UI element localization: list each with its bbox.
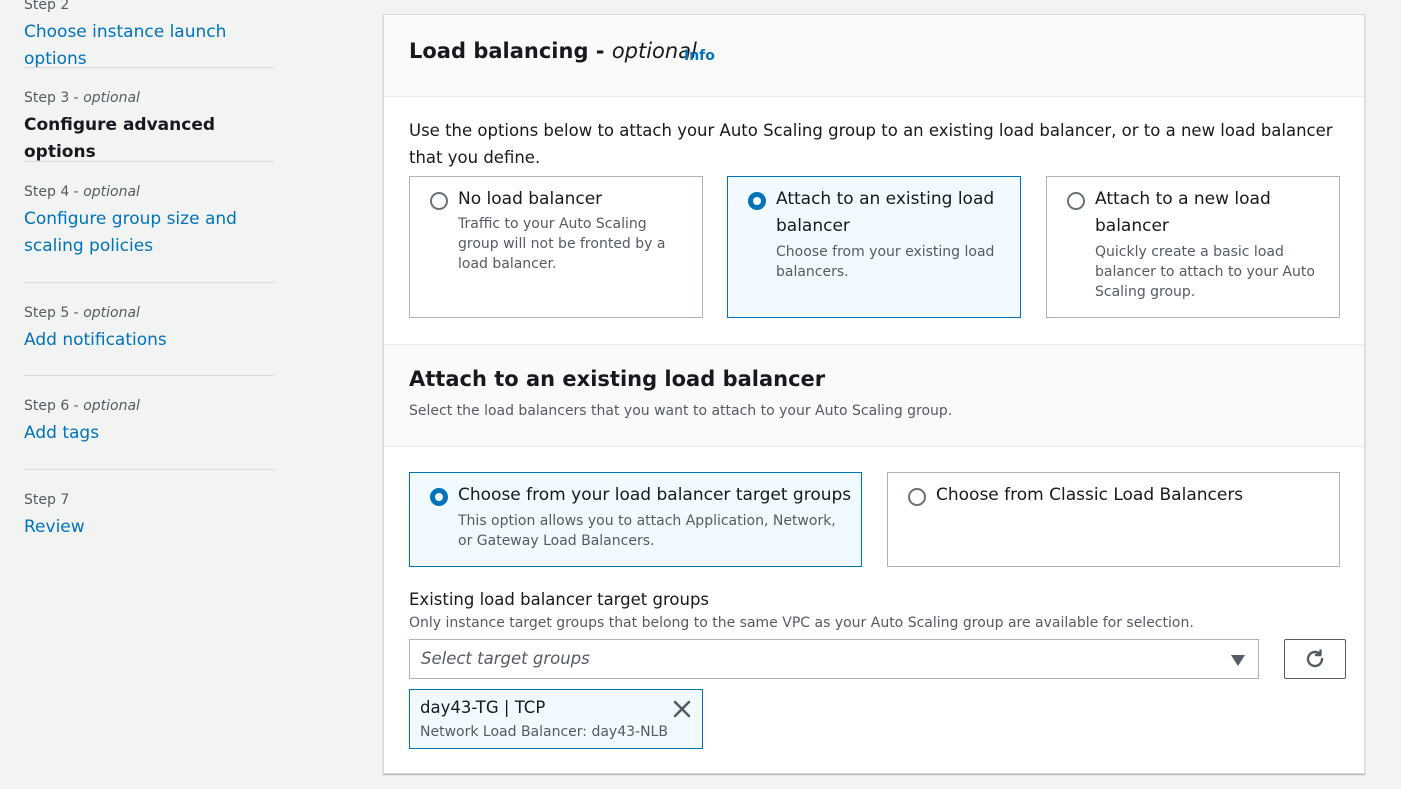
option-description: Quickly create a basic load balancer to …	[1095, 244, 1315, 300]
option-target-groups[interactable]: Choose from your load balancer target gr…	[409, 472, 862, 567]
radio-existing-load-balancer[interactable]	[748, 192, 766, 210]
step-5-label: Step 5 - optional	[24, 305, 140, 321]
step-6: Step 6 - optional Add tags	[24, 397, 140, 447]
section-title: Attach to an existing load balancer	[409, 367, 826, 391]
option-title: No load balancer	[458, 189, 603, 209]
step-6-label: Step 6 - optional	[24, 398, 140, 414]
step-4-link-line2: scaling policies	[24, 236, 154, 256]
step-4-link[interactable]: Configure group size and scaling policie…	[24, 206, 237, 260]
step-3-label: Step 3 - optional	[24, 90, 140, 106]
step-7: Step 7 Review	[24, 491, 85, 541]
radio-new-load-balancer[interactable]	[1067, 192, 1085, 210]
option-title: Attach to a new load balancer	[1095, 189, 1271, 236]
option-description: This option allows you to attach Applica…	[458, 513, 836, 549]
target-groups-label: Existing load balancer target groups	[409, 590, 710, 609]
panel-header: Load balancing - optional Info	[384, 15, 1364, 97]
step-4-label: Step 4 - optional	[24, 184, 140, 200]
radio-classic-load-balancers[interactable]	[908, 488, 926, 506]
existing-lb-section-header: Attach to an existing load balancer Sele…	[384, 344, 1364, 447]
option-description: Traffic to your Auto Scaling group will …	[458, 216, 666, 272]
step-5: Step 5 - optional Add notifications	[24, 304, 167, 354]
token-title: day43-TG | TCP	[420, 698, 546, 717]
step-4-link-line1: Configure group size and	[24, 209, 237, 229]
caret-down-icon	[1231, 655, 1245, 666]
step-5-link[interactable]: Add notifications	[24, 327, 167, 354]
divider	[24, 161, 274, 162]
step-6-link[interactable]: Add tags	[24, 420, 140, 447]
target-groups-select[interactable]: Select target groups	[409, 639, 1259, 679]
info-link[interactable]: Info	[684, 48, 715, 64]
token-subtitle: Network Load Balancer: day43-NLB	[420, 724, 668, 740]
option-title: Attach to an existing load balancer	[776, 189, 995, 236]
load-balancing-description: Use the options below to attach your Aut…	[409, 121, 1333, 167]
divider	[24, 282, 274, 283]
divider	[24, 375, 274, 376]
option-title: Choose from your load balancer target gr…	[458, 485, 852, 505]
step-7-label: Step 7	[24, 492, 70, 508]
step-2-label: Step 2	[24, 0, 70, 13]
step-3: Step 3 - optional Configure advanced opt…	[24, 89, 274, 166]
refresh-icon	[1306, 649, 1324, 668]
radio-target-groups[interactable]	[430, 488, 448, 506]
step-7-link[interactable]: Review	[24, 514, 85, 541]
option-new-load-balancer[interactable]: Attach to a new load balancer Quickly cr…	[1046, 176, 1340, 318]
divider	[24, 67, 274, 68]
panel-title: Load balancing - optional	[409, 39, 697, 63]
option-title: Choose from Classic Load Balancers	[936, 485, 1244, 505]
option-classic-load-balancers[interactable]: Choose from Classic Load Balancers	[887, 472, 1340, 567]
option-description: Choose from your existing load balancers…	[776, 244, 995, 280]
radio-no-load-balancer[interactable]	[430, 192, 448, 210]
step-2-link[interactable]: Choose instance launch options	[24, 19, 274, 73]
selected-target-group-token: day43-TG | TCP Network Load Balancer: da…	[409, 689, 703, 749]
section-description: Select the load balancers that you want …	[409, 403, 953, 419]
load-balancing-panel: Load balancing - optional Info Use the o…	[383, 14, 1365, 774]
step-2: Step 2 Choose instance launch options	[24, 0, 274, 73]
step-3-current: Configure advanced options	[24, 115, 216, 162]
divider	[24, 469, 274, 470]
option-existing-load-balancer[interactable]: Attach to an existing load balancer Choo…	[727, 176, 1021, 318]
target-groups-description: Only instance target groups that belong …	[409, 615, 1194, 631]
step-4: Step 4 - optional Configure group size a…	[24, 183, 237, 260]
refresh-button[interactable]	[1284, 639, 1346, 679]
option-no-load-balancer[interactable]: No load balancer Traffic to your Auto Sc…	[409, 176, 703, 318]
close-icon[interactable]	[672, 699, 692, 719]
select-placeholder: Select target groups	[421, 649, 590, 668]
